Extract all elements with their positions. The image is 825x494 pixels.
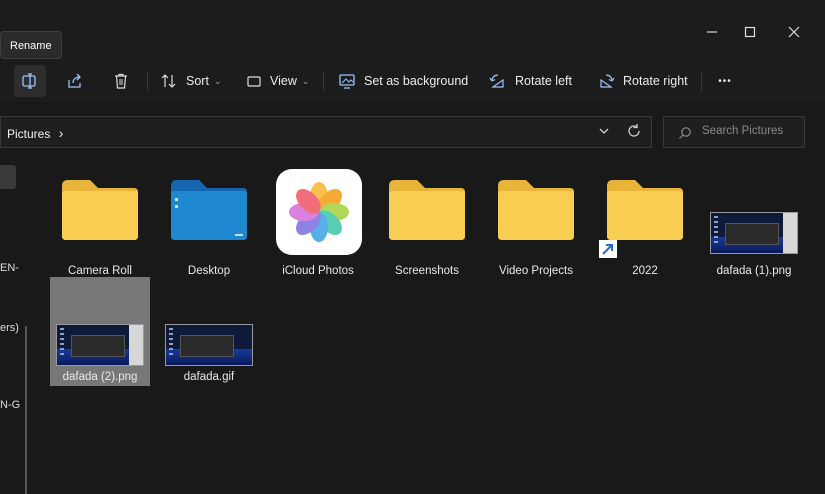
item-label: dafada (2).png	[62, 371, 138, 383]
close-button[interactable]	[774, 18, 814, 46]
more-icon: •••	[718, 75, 732, 87]
delete-button[interactable]	[105, 65, 137, 97]
icloud-photos-icon	[276, 169, 362, 255]
sort-button[interactable]: Sort ⌄	[160, 65, 221, 97]
trash-icon	[115, 73, 127, 89]
image-thumbnail	[710, 212, 798, 254]
rotate-right-icon	[600, 74, 615, 88]
folder-video-projects[interactable]: Video Projects	[486, 168, 586, 278]
wallpaper-glow	[290, 0, 530, 15]
folder-icon	[389, 180, 465, 240]
item-label: Screenshots	[395, 265, 459, 277]
nav-item-fragment[interactable]: ers)	[0, 322, 19, 334]
view-button[interactable]: View ⌄	[246, 65, 309, 97]
item-label: iCloud Photos	[282, 265, 354, 277]
breadcrumb[interactable]: Pictures ›	[7, 125, 63, 141]
nav-selected-item[interactable]	[0, 165, 16, 189]
breadcrumb-chevron-icon[interactable]: ›	[59, 125, 64, 141]
sort-icon	[161, 74, 176, 88]
close-icon	[788, 26, 800, 38]
file-dafada-gif[interactable]: dafada.gif	[159, 277, 259, 386]
chevron-down-icon	[599, 128, 609, 134]
share-button[interactable]	[59, 65, 91, 97]
item-label: Camera Roll	[68, 265, 132, 277]
sort-label: Sort	[186, 74, 209, 88]
folder-2022-shortcut[interactable]: 2022	[595, 168, 695, 278]
title-bar	[0, 0, 825, 60]
set-as-background-button[interactable]: Set as background	[338, 65, 468, 97]
address-history-dropdown[interactable]	[597, 124, 611, 143]
nav-item-fragment[interactable]: EN-	[0, 262, 19, 274]
wallpaper-icon	[339, 74, 355, 89]
item-label: Desktop	[187, 265, 231, 277]
folder-desktop-icon	[171, 180, 247, 240]
nav-scrollbar[interactable]	[25, 326, 27, 494]
maximize-button[interactable]	[730, 18, 770, 46]
search-box[interactable]: Search Pictures	[663, 116, 805, 148]
rotate-left-label: Rotate left	[515, 74, 572, 88]
shortcut-arrow-icon	[599, 240, 617, 258]
set-as-background-label: Set as background	[364, 74, 469, 88]
image-thumbnail	[56, 324, 144, 366]
minimize-button[interactable]	[692, 18, 732, 46]
address-bar[interactable]: Pictures ›	[0, 116, 652, 148]
rotate-right-label: Rotate right	[623, 74, 688, 88]
search-placeholder: Search Pictures	[702, 125, 784, 137]
chevron-down-icon: ⌄	[301, 75, 310, 86]
folder-icon	[62, 180, 138, 240]
folder-camera-roll[interactable]: Camera Roll	[50, 168, 150, 278]
rotate-left-button[interactable]: Rotate left	[489, 65, 572, 97]
folder-icon	[607, 180, 683, 240]
rename-icon	[22, 73, 36, 89]
file-dafada-2-png[interactable]: dafada (2).png	[50, 277, 150, 386]
item-label: Video Projects	[499, 265, 573, 277]
nav-item-fragment[interactable]: N-G	[0, 399, 20, 411]
view-icon	[247, 76, 261, 87]
maximize-icon	[744, 26, 756, 38]
refresh-button[interactable]	[626, 123, 642, 144]
search-icon	[679, 127, 691, 139]
breadcrumb-pictures[interactable]: Pictures	[7, 127, 50, 141]
view-label: View	[270, 74, 297, 88]
refresh-icon	[628, 124, 640, 137]
item-label: 2022	[632, 265, 658, 277]
rename-button[interactable]	[14, 65, 46, 97]
file-dafada-1-png[interactable]: dafada (1).png	[704, 168, 804, 278]
chevron-down-icon: ⌄	[213, 75, 222, 86]
command-bar: Sort ⌄ View ⌄ Set as background Rotate l…	[0, 60, 825, 102]
image-thumbnail	[165, 324, 253, 366]
folder-desktop[interactable]: Desktop	[159, 168, 259, 278]
item-label: dafada.gif	[183, 371, 235, 383]
folder-icloud-photos[interactable]: iCloud Photos	[268, 168, 368, 278]
item-label: dafada (1).png	[716, 265, 792, 277]
folder-icon	[498, 180, 574, 240]
toolbar-separator	[147, 71, 148, 91]
share-icon	[68, 73, 81, 88]
rename-tooltip: Rename	[0, 31, 62, 59]
folder-screenshots[interactable]: Screenshots	[377, 168, 477, 278]
rotate-right-button[interactable]: Rotate right	[597, 65, 688, 97]
rotate-left-icon	[489, 74, 504, 88]
toolbar-separator	[323, 71, 324, 91]
toolbar-separator	[701, 71, 702, 91]
more-options-button[interactable]: •••	[709, 65, 741, 97]
minimize-icon	[707, 31, 717, 33]
